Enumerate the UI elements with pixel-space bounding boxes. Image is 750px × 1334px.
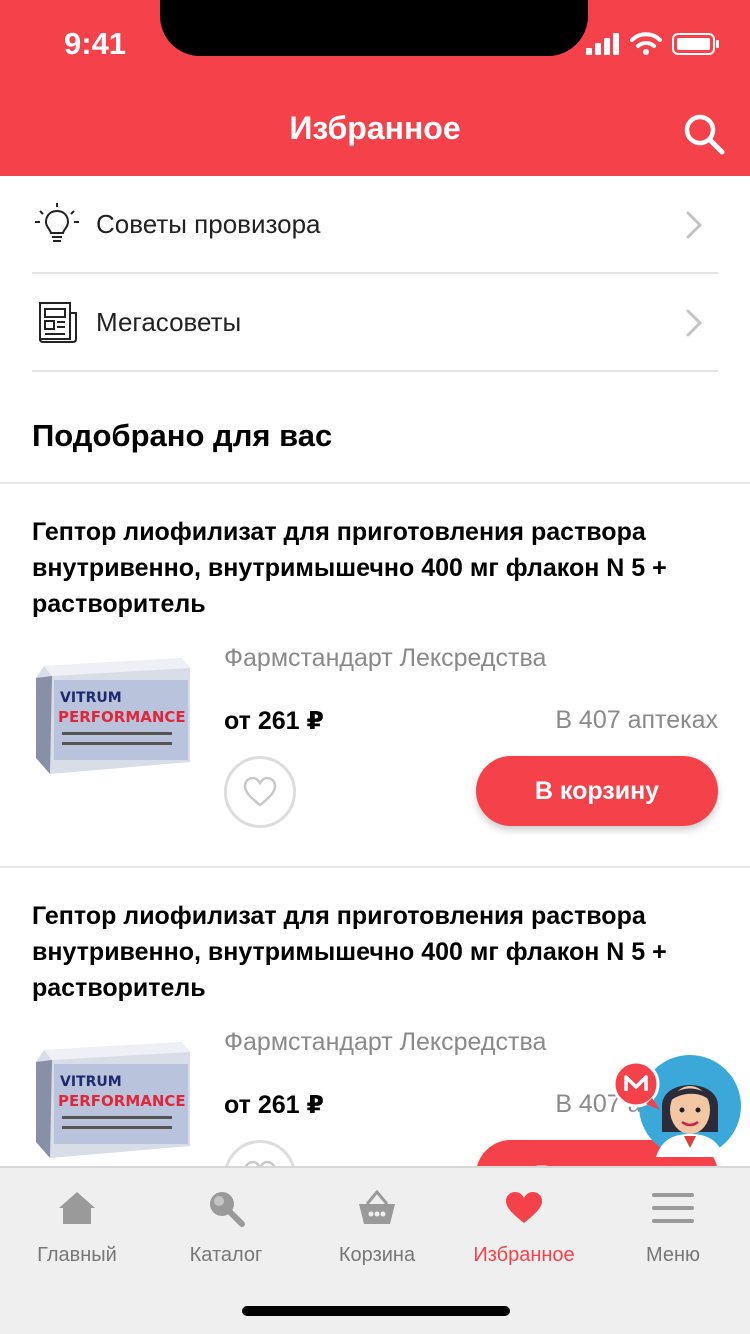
tab-label: Избранное — [473, 1244, 575, 1266]
lightbulb-icon — [35, 203, 79, 242]
heart-icon — [506, 1192, 542, 1223]
box-name: PERFORMANCE — [58, 708, 186, 726]
status-icons — [586, 32, 720, 56]
newspaper-icon — [39, 302, 77, 343]
home-icon — [59, 1192, 95, 1224]
search-icon — [684, 114, 725, 155]
home-indicator — [242, 1306, 510, 1316]
box-name: PERFORMANCE — [58, 1092, 186, 1110]
tab-label: Меню — [645, 1244, 701, 1266]
section-title: Подобрано для вас — [32, 418, 333, 453]
product-manufacturer: Фармстандарт Лексредства — [224, 1028, 547, 1056]
product-card: Гептор лиофилизат для приготовления раст… — [0, 484, 750, 866]
product-title[interactable]: Гептор лиофилизат для приготовления раст… — [32, 514, 722, 622]
product-price: от 261 ₽ — [224, 707, 324, 735]
signal-icon — [586, 33, 619, 55]
row-pharmacist-tips[interactable]: Советы провизора — [32, 176, 718, 274]
heart-outline-icon — [243, 776, 277, 807]
tab-favorites[interactable]: Избранное — [449, 1186, 599, 1267]
wifi-icon — [630, 32, 662, 55]
tab-catalog[interactable]: Каталог — [151, 1186, 301, 1267]
tab-label: Корзина — [338, 1244, 416, 1266]
row-label: Мегасоветы — [96, 306, 242, 337]
add-to-cart-button[interactable]: В корзину — [476, 756, 718, 826]
basket-icon — [359, 1190, 395, 1224]
app-header: 9:41 Избранное — [0, 0, 750, 176]
chevron-right-icon — [686, 211, 703, 239]
device-notch — [160, 0, 588, 56]
row-label: Советы провизора — [96, 208, 321, 239]
box-brand: VITRUM — [60, 1074, 122, 1090]
menu-icon — [652, 1193, 694, 1223]
page-title: Избранное — [289, 110, 461, 146]
status-time: 9:41 — [64, 26, 127, 61]
row-megatips[interactable]: Мегасоветы — [32, 274, 718, 372]
chevron-right-icon — [686, 309, 703, 337]
product-price: от 261 ₽ — [224, 1091, 324, 1119]
favorite-button[interactable] — [224, 756, 296, 828]
product-availability[interactable]: В 407 аптеках — [555, 706, 718, 735]
product-image[interactable]: VITRUM PERFORMANCE — [32, 1042, 192, 1162]
box-brand: VITRUM — [60, 690, 122, 706]
product-image[interactable]: VITRUM PERFORMANCE — [32, 658, 192, 778]
favorite-button[interactable] — [224, 1140, 296, 1166]
product-manufacturer: Фармстандарт Лексредства — [224, 644, 547, 672]
battery-icon — [672, 33, 719, 55]
tab-cart[interactable]: Корзина — [302, 1186, 452, 1267]
tab-home[interactable]: Главный — [2, 1186, 152, 1267]
tab-menu[interactable]: Меню — [598, 1186, 748, 1267]
search-button[interactable] — [682, 112, 726, 156]
tab-label: Каталог — [189, 1244, 263, 1266]
assistant-chat-button[interactable] — [612, 1054, 742, 1160]
search-icon — [210, 1192, 245, 1227]
product-title[interactable]: Гептор лиофилизат для приготовления раст… — [32, 898, 722, 1006]
tab-label: Главный — [37, 1244, 117, 1266]
